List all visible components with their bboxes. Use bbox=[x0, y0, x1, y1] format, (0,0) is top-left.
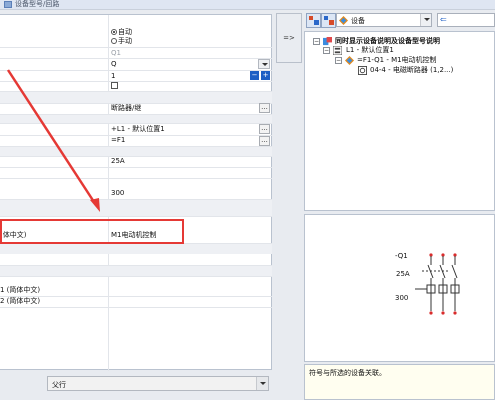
tree-root[interactable]: 同时显示设备说明及设备型号说明 bbox=[335, 37, 440, 46]
circuit-breaker-symbol bbox=[415, 253, 460, 315]
filter-combo-value: 设备 bbox=[351, 17, 365, 25]
collapse-icon[interactable]: − bbox=[335, 57, 342, 64]
hint-panel: 符号与所选的设备关联。 bbox=[304, 364, 495, 400]
tree-location[interactable]: L1 - 默认位置1 bbox=[346, 46, 394, 55]
parent-combo-value: 父行 bbox=[52, 381, 66, 389]
collapse-icon[interactable]: − bbox=[313, 38, 320, 45]
chevron-down-icon[interactable] bbox=[256, 377, 268, 390]
assign-button[interactable]: => bbox=[276, 13, 302, 63]
hint-text: 符号与所选的设备关联。 bbox=[309, 369, 386, 377]
list-view-icon[interactable] bbox=[321, 13, 336, 28]
arrow-left-icon: ⇐ bbox=[440, 15, 447, 24]
tree-part[interactable]: 04-4 - 电磁断路器 (1,2...) bbox=[370, 66, 453, 75]
device-icon bbox=[345, 56, 354, 65]
part-icon bbox=[358, 66, 367, 75]
tree-device[interactable]: =F1-Q1 - M1电动机控制 bbox=[357, 56, 437, 65]
chevron-down-icon[interactable] bbox=[420, 14, 431, 26]
project-icon bbox=[323, 37, 332, 46]
location-icon bbox=[333, 46, 342, 55]
symbol-preview: -Q1 25A 300 bbox=[304, 214, 495, 362]
collapse-icon[interactable]: − bbox=[323, 47, 330, 54]
search-input[interactable]: ⇐ bbox=[437, 13, 495, 27]
parent-combo[interactable]: 父行 bbox=[47, 376, 269, 391]
tree-view-icon[interactable] bbox=[306, 13, 321, 28]
device-icon bbox=[339, 16, 348, 25]
filter-combo[interactable]: 设备 bbox=[336, 13, 432, 27]
device-tree[interactable]: − 同时显示设备说明及设备型号说明 − L1 - 默认位置1 − =F1-Q1 … bbox=[304, 31, 495, 211]
